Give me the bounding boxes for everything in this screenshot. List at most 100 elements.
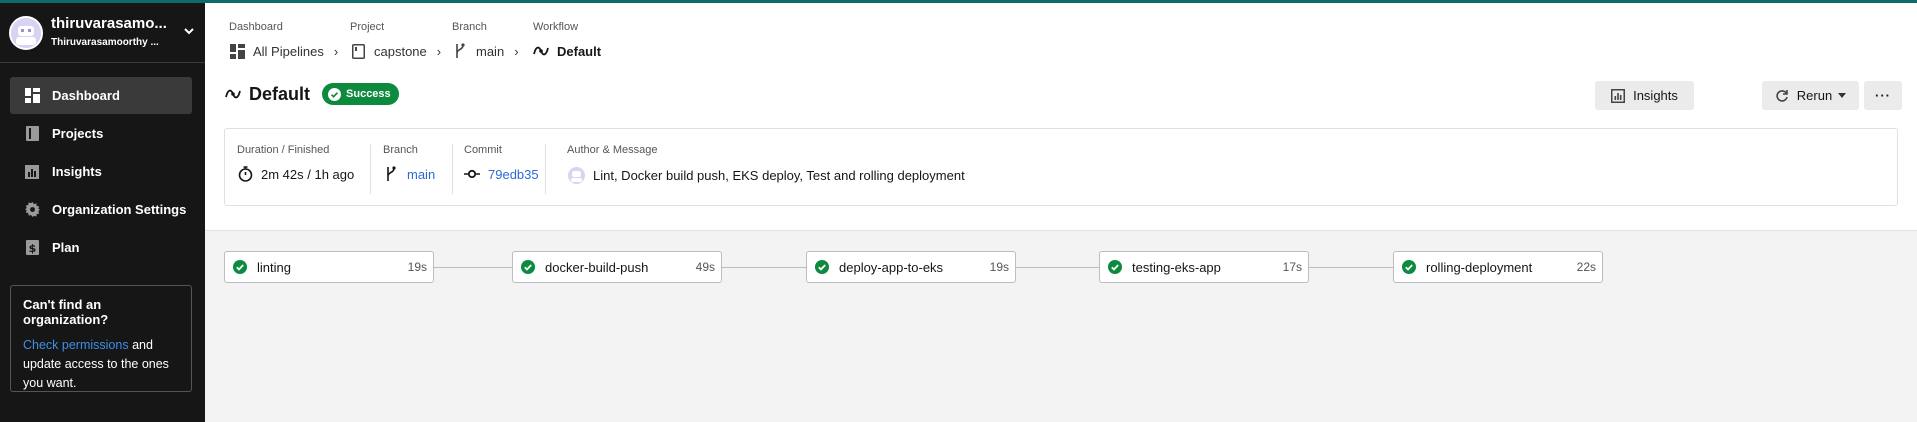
sidebar-divider	[0, 62, 205, 63]
rerun-button-label: Rerun	[1796, 88, 1833, 103]
breadcrumb-project: Project capstone ›	[350, 21, 441, 59]
bar-chart-icon	[24, 164, 40, 180]
breadcrumb-label: Workflow	[533, 21, 579, 33]
workflow-icon	[225, 89, 241, 99]
caret-down-icon	[1838, 92, 1847, 98]
branch-icon	[452, 43, 468, 59]
pipelines-icon	[229, 43, 245, 59]
help-card: Can't find an organization? Check permis…	[10, 285, 192, 392]
author-column: Author & Message Lint, Docker build push…	[567, 144, 1067, 194]
sidebar-item-label: Organization Settings	[52, 202, 187, 217]
breadcrumb-value: main	[476, 43, 505, 59]
more-options-button[interactable]: ···	[1864, 81, 1902, 110]
branch-column: Branch main	[383, 144, 443, 194]
job-docker-build-push[interactable]: docker-build-push 49s	[512, 251, 722, 283]
rerun-button[interactable]: Rerun	[1762, 81, 1859, 110]
top-accent-line	[0, 0, 1917, 3]
commit-link[interactable]: 79edb35	[488, 167, 539, 182]
more-icon: ···	[1875, 88, 1891, 103]
breadcrumb-value: capstone	[374, 43, 427, 59]
breadcrumb-main[interactable]: main ›	[452, 43, 519, 59]
sidebar-nav: Dashboard Projects Insights Organization…	[10, 77, 192, 267]
duration-value-row: 2m 42s / 1h ago	[237, 166, 354, 182]
breadcrumb-label: Branch	[452, 21, 487, 33]
job-testing-eks-app[interactable]: testing-eks-app 17s	[1099, 251, 1309, 283]
breadcrumb-branch: Branch main ›	[452, 21, 519, 59]
check-permissions-link[interactable]: Check permissions	[23, 338, 129, 352]
commit-icon	[464, 166, 480, 182]
job-name: rolling-deployment	[1426, 259, 1533, 275]
success-check-icon	[815, 260, 829, 274]
project-icon	[350, 43, 366, 59]
job-linting[interactable]: linting 19s	[224, 251, 434, 283]
breadcrumb-all-pipelines[interactable]: All Pipelines ›	[229, 43, 338, 59]
workflow-icon	[533, 43, 549, 59]
sidebar-item-plan[interactable]: $ Plan	[10, 229, 192, 266]
job-connector	[722, 267, 806, 268]
insights-button-label: Insights	[1633, 88, 1678, 103]
workflow-graph: linting 19s docker-build-push 49s deploy…	[205, 231, 1917, 422]
breadcrumb-label: Dashboard	[229, 21, 283, 33]
chevron-right-icon: ›	[514, 43, 519, 59]
duration-value: 2m 42s / 1h ago	[261, 166, 355, 182]
duration-column: Duration / Finished 2m 42s / 1h ago	[237, 144, 357, 194]
sidebar-item-organization-settings[interactable]: Organization Settings	[10, 191, 192, 228]
org-avatar	[9, 16, 43, 50]
breadcrumb-default[interactable]: Default	[533, 43, 601, 59]
stopwatch-icon	[237, 166, 253, 182]
breadcrumb-value: All Pipelines	[253, 43, 324, 59]
author-avatar[interactable]	[567, 166, 585, 184]
sidebar-item-label: Dashboard	[52, 88, 120, 103]
sidebar-item-dashboard[interactable]: Dashboard	[10, 77, 192, 114]
help-text: Check permissions and update access to t…	[23, 336, 179, 393]
breadcrumb-value: Default	[557, 43, 602, 59]
breadcrumb-dashboard: Dashboard All Pipelines ›	[229, 21, 338, 59]
book-icon	[24, 126, 40, 142]
chevron-right-icon: ›	[436, 43, 442, 59]
workflow-header: Dashboard All Pipelines › Project capsto…	[205, 3, 1917, 231]
bar-chart-icon	[1611, 88, 1626, 103]
success-check-icon	[233, 260, 247, 274]
chevron-down-icon[interactable]	[181, 23, 197, 39]
commit-value-row: 79edb35	[464, 166, 539, 182]
branch-icon	[383, 166, 399, 182]
job-connector	[1016, 267, 1099, 268]
status-text: Success	[346, 88, 391, 100]
job-duration: 19s	[407, 260, 427, 274]
sidebar-item-label: Insights	[52, 164, 102, 179]
job-name: deploy-app-to-eks	[839, 259, 944, 275]
job-duration: 17s	[1282, 260, 1302, 274]
breadcrumb-workflow: Workflow Default	[533, 21, 601, 59]
sidebar-item-insights[interactable]: Insights	[10, 153, 192, 190]
org-switcher[interactable]: thiruvarasamo... Thiruvarasamoorthy ...	[9, 13, 197, 53]
branch-link[interactable]: main	[407, 167, 435, 182]
sidebar-item-projects[interactable]: Projects	[10, 115, 192, 152]
help-title: Can't find an organization?	[23, 297, 109, 327]
breadcrumb-capstone[interactable]: capstone ›	[350, 43, 441, 59]
author-value-row: Lint, Docker build push, EKS deploy, Tes…	[567, 166, 965, 184]
info-divider	[370, 144, 371, 194]
job-rolling-deployment[interactable]: rolling-deployment 22s	[1393, 251, 1603, 283]
author-label: Author & Message	[567, 144, 658, 156]
job-deploy-app-to-eks[interactable]: deploy-app-to-eks 19s	[806, 251, 1016, 283]
status-badge: Success	[322, 83, 399, 105]
job-duration: 19s	[989, 260, 1009, 274]
commit-column: Commit 79edb35	[464, 144, 544, 194]
job-duration: 22s	[1576, 260, 1596, 274]
workflow-title-row: Default Success	[225, 83, 399, 105]
chevron-right-icon: ›	[333, 43, 339, 59]
org-subtitle: Thiruvarasamoorthy ...	[51, 37, 159, 48]
sidebar-item-label: Projects	[52, 126, 104, 141]
job-duration: 49s	[695, 260, 715, 274]
job-connector	[1309, 267, 1393, 268]
dollar-icon: $	[24, 240, 40, 256]
success-check-icon	[521, 260, 535, 274]
dashboard-icon	[24, 88, 40, 104]
duration-label: Duration / Finished	[237, 144, 330, 156]
insights-button[interactable]: Insights	[1595, 81, 1694, 110]
workflow-info-panel: Duration / Finished 2m 42s / 1h ago Bran…	[224, 128, 1898, 206]
success-check-icon	[1402, 260, 1416, 274]
main-content: Dashboard All Pipelines › Project capsto…	[205, 3, 1917, 422]
sidebar: thiruvarasamo... Thiruvarasamoorthy ... …	[0, 0, 205, 422]
breadcrumb-label: Project	[350, 21, 385, 33]
